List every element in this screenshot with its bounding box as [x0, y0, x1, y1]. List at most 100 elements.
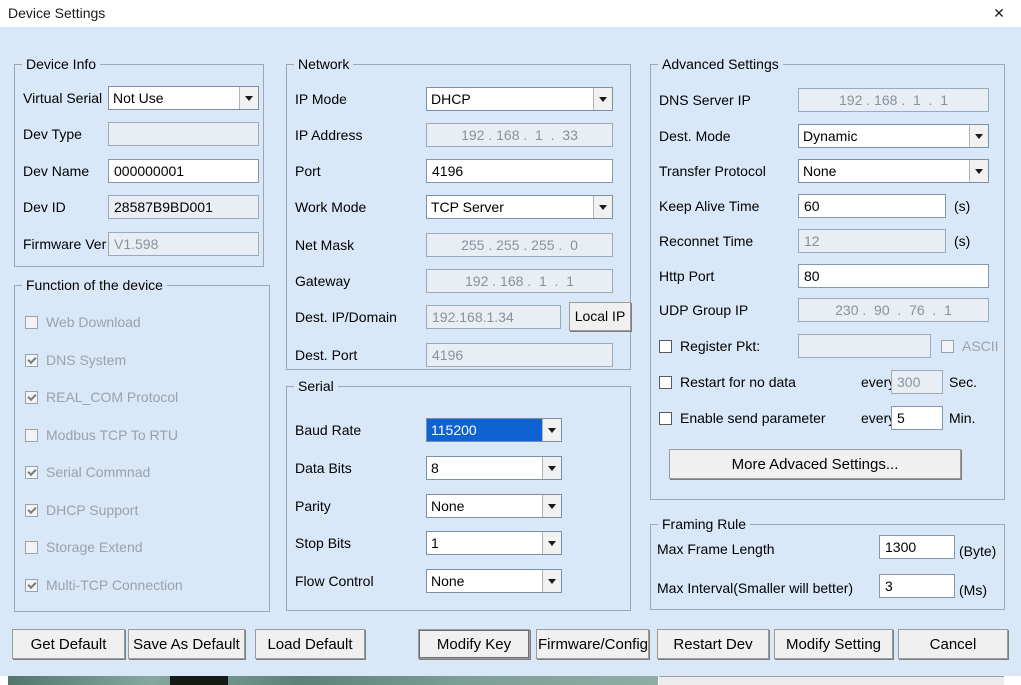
udp-group-field	[798, 298, 989, 322]
checkbox-label: DHCP Support	[46, 502, 138, 518]
dest-mode-label: Dest. Mode	[659, 124, 731, 148]
checkbox-label: Storage Extend	[46, 539, 143, 555]
transfer-protocol-combo[interactable]: None	[798, 159, 989, 183]
dialog-body: Device Info Virtual Serial Not Use Dev T…	[0, 27, 1021, 676]
dns-server-field	[798, 88, 989, 112]
stop-bits-label: Stop Bits	[295, 531, 351, 555]
reconnet-field	[798, 229, 946, 253]
data-bits-label: Data Bits	[295, 456, 352, 480]
local-ip-button[interactable]: Local IP	[569, 302, 631, 331]
checkbox-icon	[25, 316, 38, 329]
restart-no-data-checkbox[interactable]: Restart for no data	[659, 374, 796, 390]
device-settings-dialog: Device Settings ✕ Device Info Virtual Se…	[0, 0, 1021, 685]
dev-type-label: Dev Type	[23, 122, 82, 146]
background-window-panel	[659, 676, 1004, 685]
title-bar: Device Settings ✕	[0, 0, 1021, 27]
function-serial-command: Serial Commnad	[25, 464, 150, 480]
checkbox-label: ASCII	[962, 338, 999, 354]
dropdown-arrow-icon	[542, 532, 561, 554]
dev-type-field	[108, 122, 259, 146]
device-info-group: Device Info Virtual Serial Not Use Dev T…	[14, 64, 264, 267]
dropdown-arrow-icon	[542, 570, 561, 592]
serial-title: Serial	[294, 378, 338, 395]
reconnet-unit: (s)	[954, 229, 970, 253]
dns-server-label: DNS Server IP	[659, 88, 751, 112]
serial-group: Serial Baud Rate 115200 Data Bits 8 Pari…	[286, 386, 631, 611]
function-realcom-protocol: REAL_COM Protocol	[25, 389, 178, 405]
work-mode-combo[interactable]: TCP Server	[426, 195, 613, 219]
flow-control-value: None	[427, 570, 542, 592]
dropdown-arrow-icon	[542, 419, 561, 441]
baud-rate-combo[interactable]: 115200	[426, 418, 562, 442]
more-advanced-settings-button[interactable]: More Advaced Settings...	[669, 449, 961, 479]
max-frame-field[interactable]	[879, 535, 955, 559]
close-icon[interactable]: ✕	[983, 0, 1015, 26]
max-frame-unit: (Byte)	[959, 539, 996, 563]
functions-title: Function of the device	[22, 277, 167, 294]
dropdown-arrow-icon	[593, 88, 612, 110]
enable-every-field[interactable]	[891, 406, 943, 430]
http-port-label: Http Port	[659, 264, 714, 288]
checkbox-icon	[25, 391, 38, 404]
work-mode-value: TCP Server	[427, 196, 593, 218]
ip-mode-combo[interactable]: DHCP	[426, 87, 613, 111]
dest-mode-combo[interactable]: Dynamic	[798, 124, 989, 148]
enable-send-checkbox[interactable]: Enable send parameter	[659, 410, 826, 426]
dest-mode-value: Dynamic	[799, 125, 969, 147]
data-bits-value: 8	[427, 457, 542, 479]
checkbox-icon	[659, 340, 672, 353]
http-port-field[interactable]	[798, 264, 989, 288]
dest-port-label: Dest. Port	[295, 343, 357, 367]
ip-address-field	[426, 123, 613, 147]
udp-group-label: UDP Group IP	[659, 298, 748, 322]
dropdown-arrow-icon	[542, 457, 561, 479]
network-title: Network	[294, 56, 353, 73]
ip-mode-value: DHCP	[427, 88, 593, 110]
get-default-button[interactable]: Get Default	[12, 629, 125, 659]
window-title: Device Settings	[8, 0, 105, 26]
modify-setting-button[interactable]: Modify Setting	[774, 629, 893, 659]
dev-name-field[interactable]	[108, 159, 259, 183]
port-field[interactable]	[426, 159, 613, 183]
gateway-label: Gateway	[295, 269, 350, 293]
parity-label: Parity	[295, 494, 331, 518]
function-dns-system: DNS System	[25, 352, 126, 368]
modify-key-button[interactable]: Modify Key	[418, 629, 530, 659]
flow-control-combo[interactable]: None	[426, 569, 562, 593]
register-pkt-checkbox[interactable]: Register Pkt:	[659, 338, 760, 354]
data-bits-combo[interactable]: 8	[426, 456, 562, 480]
baud-rate-label: Baud Rate	[295, 418, 361, 442]
cancel-button[interactable]: Cancel	[898, 629, 1008, 659]
checkbox-icon	[25, 541, 38, 554]
virtual-serial-combo[interactable]: Not Use	[108, 86, 259, 110]
virtual-serial-label: Virtual Serial	[23, 86, 102, 110]
restart-dev-button[interactable]: Restart Dev	[657, 629, 769, 659]
background-window-logo	[170, 676, 228, 685]
keep-alive-field[interactable]	[798, 194, 946, 218]
functions-group: Function of the device Web Download DNS …	[14, 285, 270, 612]
work-mode-label: Work Mode	[295, 195, 366, 219]
enable-unit: Min.	[949, 406, 975, 430]
dropdown-arrow-icon	[239, 87, 258, 109]
baud-rate-value: 115200	[427, 419, 542, 441]
max-interval-label: Max Interval(Smaller will better)	[657, 576, 853, 600]
firmware-config-button[interactable]: Firmware/Config	[536, 629, 649, 659]
background-window-teal	[8, 676, 658, 685]
port-label: Port	[295, 159, 321, 183]
checkbox-icon	[25, 429, 38, 442]
checkbox-icon	[25, 504, 38, 517]
stop-bits-combo[interactable]: 1	[426, 531, 562, 555]
dest-port-field	[426, 343, 613, 367]
checkbox-label: DNS System	[46, 352, 126, 368]
checkbox-label: Restart for no data	[680, 374, 796, 390]
gateway-field	[426, 269, 613, 293]
save-as-default-button[interactable]: Save As Default	[128, 629, 245, 659]
checkbox-icon	[25, 354, 38, 367]
load-default-button[interactable]: Load Default	[255, 629, 365, 659]
checkbox-icon	[659, 412, 672, 425]
reconnet-label: Reconnet Time	[659, 229, 753, 253]
max-interval-field[interactable]	[879, 574, 955, 598]
function-modbus-tcp-rtu: Modbus TCP To RTU	[25, 427, 178, 443]
advanced-settings-group: Advanced Settings DNS Server IP Dest. Mo…	[650, 64, 1005, 500]
parity-combo[interactable]: None	[426, 494, 562, 518]
